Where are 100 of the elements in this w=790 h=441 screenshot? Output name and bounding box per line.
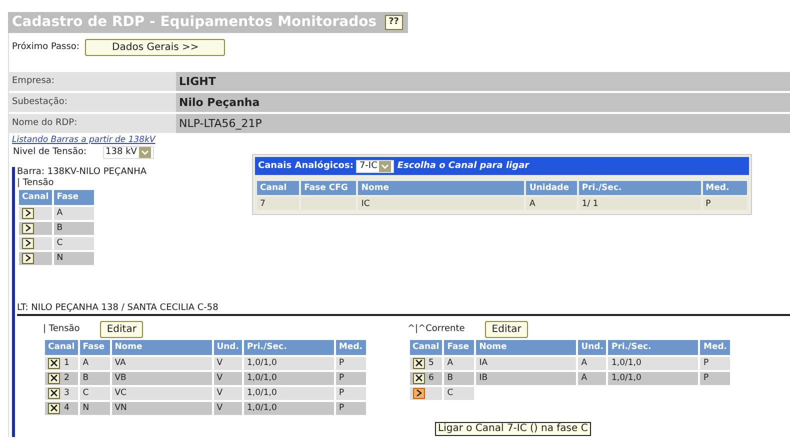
cross-icon <box>414 374 423 382</box>
column-header: Med. <box>702 181 747 196</box>
panel-label: Canais Analógicos: <box>258 160 354 172</box>
field-label: Nome do RDP: <box>9 114 176 133</box>
remove-button[interactable] <box>48 358 60 369</box>
column-header: Fase <box>444 340 474 355</box>
channel-select[interactable]: 7-IC <box>356 160 394 172</box>
table-cell: VA <box>112 356 212 370</box>
cross-icon <box>50 404 58 412</box>
column-header: Unidade <box>526 181 577 196</box>
table-cell: A <box>444 356 474 370</box>
column-header: Pri./Sec. <box>244 340 334 355</box>
table-cell: B <box>54 222 94 235</box>
table-cell: A <box>526 197 577 210</box>
table-cell: P <box>336 386 366 400</box>
connect-button[interactable] <box>22 208 34 219</box>
table-cell: 1,0/1,0 <box>244 386 334 400</box>
field-value: NLP-LTA56_21P <box>176 114 790 133</box>
table-cell: A <box>54 206 94 220</box>
column-header: Nome <box>112 340 212 355</box>
table-cell: C <box>80 386 110 400</box>
column-header: Nome <box>358 181 524 196</box>
field-value: LIGHT <box>176 72 790 91</box>
step-label: Próximo Passo: <box>12 42 80 53</box>
table-cell: IB <box>476 372 576 385</box>
table-cell: P <box>336 402 366 415</box>
field-value: Nilo Peçanha <box>176 93 790 112</box>
table-cell: B <box>80 372 110 385</box>
page-title: Cadastro de RDP - Equipamentos Monitorados <box>12 14 377 31</box>
table-cell: P <box>700 372 730 385</box>
table-cell: C <box>444 386 474 400</box>
edit-button[interactable]: Editar <box>100 321 144 338</box>
table-cell: C <box>54 236 94 250</box>
channel-number: 2 <box>64 372 70 384</box>
connect-button[interactable] <box>22 222 34 234</box>
field-label: Empresa: <box>9 72 176 91</box>
column-header: Nome <box>476 340 576 355</box>
table-cell: VN <box>112 402 212 415</box>
table-cell: 1,0/1,0 <box>608 356 698 370</box>
table-cell: 1,0/1,0 <box>608 372 698 385</box>
table-cell: P <box>700 356 730 370</box>
panel-hint: Escolha o Canal para ligar <box>397 160 530 172</box>
column-header: Med. <box>336 340 366 355</box>
remove-button[interactable] <box>412 372 425 384</box>
column-header: Fase <box>54 190 94 205</box>
voltage-select[interactable]: 138 kV <box>102 146 154 159</box>
channel-number: 5 <box>428 358 434 368</box>
group-label: | Tensão <box>17 178 54 188</box>
channel-number: 3 <box>64 388 70 398</box>
table-cell: VB <box>112 372 212 385</box>
remove-button[interactable] <box>412 358 425 369</box>
column-header: Med. <box>700 340 730 355</box>
table-cell: V <box>214 372 242 385</box>
help-button[interactable]: ?? <box>384 15 404 30</box>
channel-number: 4 <box>64 402 70 414</box>
table-cell: B <box>444 372 474 385</box>
table-cell: 7 <box>257 197 300 210</box>
table-cell: V <box>214 356 242 370</box>
listing-link[interactable]: Listando Barras a partir de 138kV <box>9 135 156 145</box>
group-label: ^|^Corrente <box>408 324 465 336</box>
channel-number: 6 <box>428 372 434 384</box>
column-header: Canal <box>257 181 300 196</box>
chevron-icon <box>414 389 423 398</box>
remove-button[interactable] <box>48 402 60 414</box>
next-step-button[interactable]: Dados Gerais >> <box>85 39 226 56</box>
column-header: Fase <box>80 340 110 355</box>
table-cell: P <box>336 356 366 370</box>
table-cell: IA <box>476 356 576 370</box>
table-cell: VC <box>112 386 212 400</box>
cross-icon <box>414 359 423 368</box>
table-cell: P <box>336 372 366 385</box>
group-label: | Tensão <box>43 324 80 336</box>
table-cell: 1,0/1,0 <box>244 372 334 385</box>
table-cell: 1/ 1 <box>578 197 701 210</box>
table-cell: N <box>80 402 110 415</box>
column-header: Canal <box>19 190 52 205</box>
table-cell: V <box>214 386 242 400</box>
connect-button[interactable] <box>22 252 34 264</box>
level-label: Nivel de Tensão: <box>13 146 87 158</box>
remove-button[interactable] <box>48 388 60 399</box>
tooltip: Ligar o Canal 7-IC () na fase C <box>435 422 591 436</box>
column-header: Fase CFG <box>301 181 356 196</box>
table-cell: 1,0/1,0 <box>244 402 334 415</box>
column-header: Und. <box>578 340 606 355</box>
column-header: Und. <box>214 340 242 355</box>
connect-button[interactable] <box>412 388 425 399</box>
column-header: Pri./Sec. <box>608 340 698 355</box>
connect-button[interactable] <box>22 238 34 249</box>
edit-button[interactable]: Editar <box>484 321 528 338</box>
table-cell: A <box>578 372 606 385</box>
table-cell: A <box>80 356 110 370</box>
column-header: Pri./Sec. <box>578 181 701 196</box>
cross-icon <box>50 389 58 398</box>
table-cell: N <box>54 252 94 265</box>
table-cell: P <box>702 197 747 210</box>
cross-icon <box>50 359 58 368</box>
column-header: Canal <box>45 340 78 355</box>
remove-button[interactable] <box>48 372 60 384</box>
line-label: LT: NILO PEÇANHA 138 / SANTA CECILIA C-58 <box>17 302 790 316</box>
table-cell: IC <box>358 197 524 210</box>
